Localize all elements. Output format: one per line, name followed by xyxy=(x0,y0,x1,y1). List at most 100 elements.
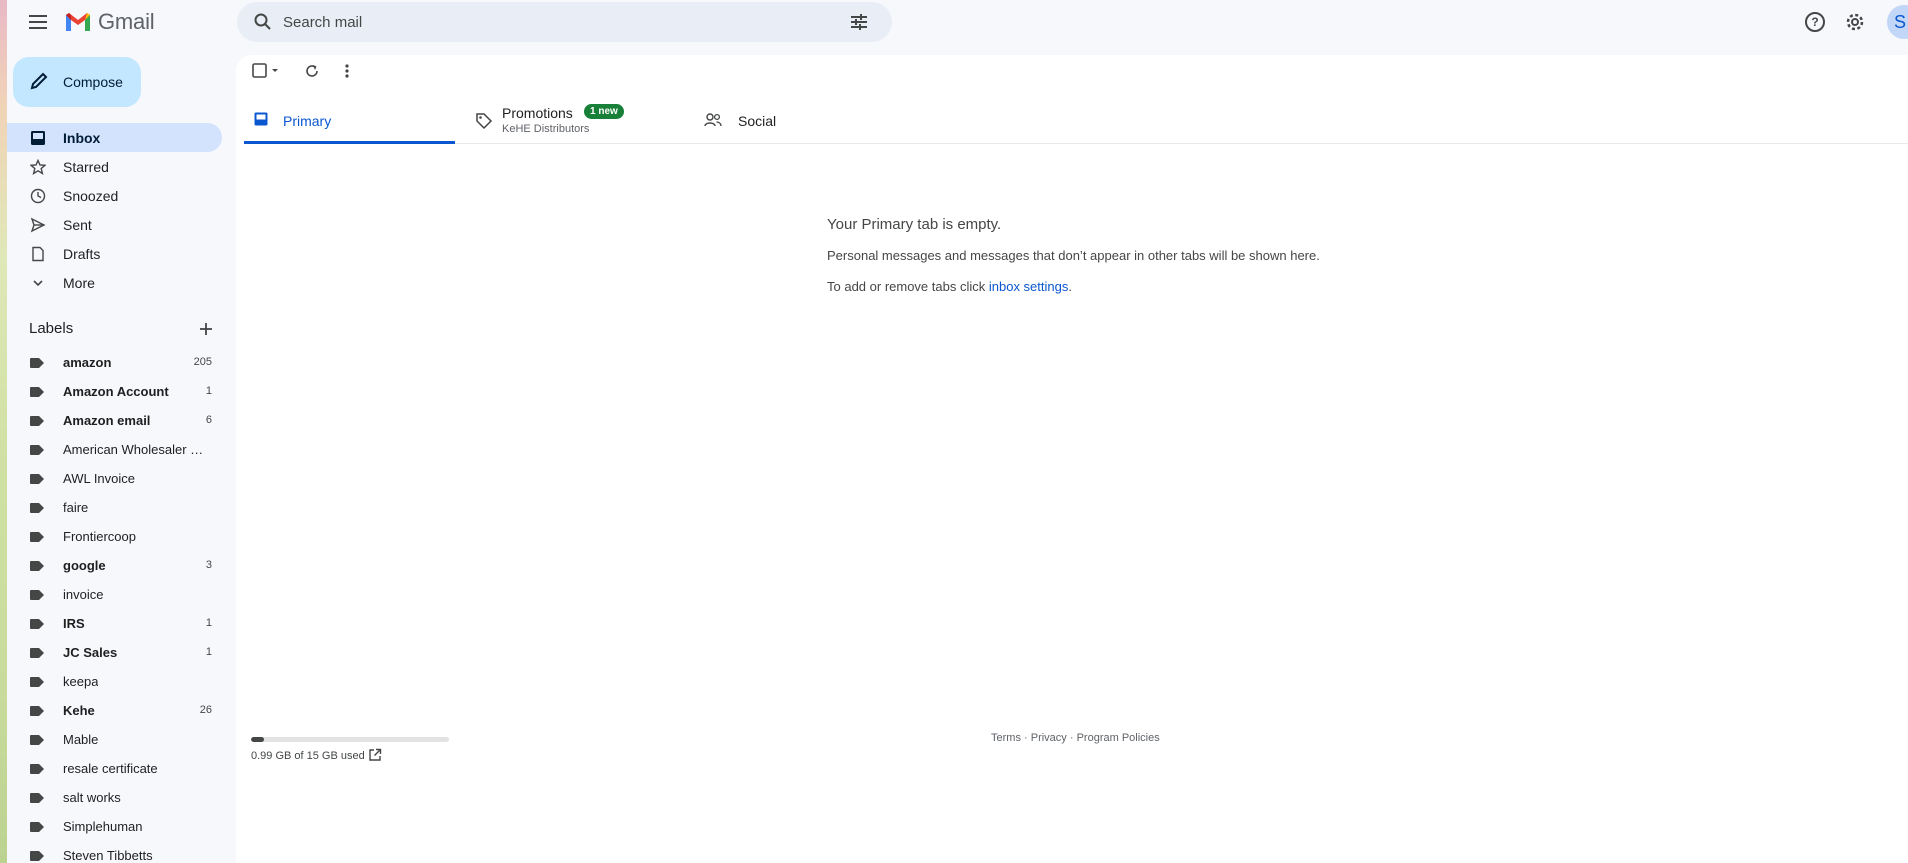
label-unread-count: 1 xyxy=(205,385,212,397)
label-tag-icon xyxy=(30,358,44,368)
label-tag-icon xyxy=(30,532,44,542)
label-name: Kehe xyxy=(63,703,95,718)
sidebar-item-label: Sent xyxy=(63,216,92,233)
terms-link[interactable]: Terms xyxy=(991,732,1021,744)
label-item[interactable]: Steven Tibbetts xyxy=(7,841,222,863)
settings-gear-icon[interactable] xyxy=(1842,9,1868,35)
label-item[interactable]: amazon 205 xyxy=(7,348,222,377)
add-label-button[interactable] xyxy=(197,320,215,338)
storage-progress-bar xyxy=(251,737,449,742)
svg-text:?: ? xyxy=(1811,15,1818,29)
tab-promotions[interactable]: Promotions 1 new KeHE Distributors xyxy=(475,95,675,144)
tag-icon xyxy=(475,112,493,130)
label-item[interactable]: Mable xyxy=(7,725,222,754)
label-item[interactable]: American Wholesaler S... xyxy=(7,435,222,464)
label-tag-icon xyxy=(30,387,44,397)
label-tag-icon xyxy=(30,822,44,832)
label-tag-icon xyxy=(30,474,44,484)
footer-links: Terms · Privacy · Program Policies xyxy=(991,732,1160,744)
label-item[interactable]: Amazon Account 1 xyxy=(7,377,222,406)
search-input[interactable] xyxy=(283,10,823,34)
sidebar-item-inbox[interactable]: Inbox xyxy=(7,123,222,152)
label-name: amazon xyxy=(63,355,112,370)
tab-label: Promotions xyxy=(502,105,573,121)
label-item[interactable]: AWL Invoice xyxy=(7,464,222,493)
sidebar-item-label: Drafts xyxy=(63,245,101,262)
search-options-icon[interactable] xyxy=(849,12,869,32)
help-icon[interactable]: ? xyxy=(1802,9,1828,35)
label-item[interactable]: invoice xyxy=(7,580,222,609)
account-avatar[interactable]: S xyxy=(1887,5,1908,39)
label-item[interactable]: google 3 xyxy=(7,551,222,580)
clock-icon xyxy=(29,187,47,205)
sidebar-item-label: Inbox xyxy=(63,129,101,146)
tab-social[interactable]: Social xyxy=(704,95,904,144)
label-name: Frontiercoop xyxy=(63,529,136,544)
label-name: keepa xyxy=(63,674,99,689)
label-tag-icon xyxy=(30,445,44,455)
label-item[interactable]: Frontiercoop xyxy=(7,522,222,551)
tab-primary[interactable]: Primary xyxy=(244,95,455,144)
hint-suffix: . xyxy=(1068,279,1072,294)
gmail-logo[interactable]: Gmail xyxy=(64,9,155,35)
program-policies-link[interactable]: Program Policies xyxy=(1077,732,1160,744)
empty-state-message: Personal messages and messages that don’… xyxy=(827,248,1320,263)
label-item[interactable]: JC Sales 1 xyxy=(7,638,222,667)
empty-state-title: Your Primary tab is empty. xyxy=(827,216,1002,233)
label-tag-icon xyxy=(30,793,44,803)
label-item[interactable]: Simplehuman xyxy=(7,812,222,841)
privacy-link[interactable]: Privacy xyxy=(1031,732,1067,744)
sidebar-nav: Inbox Starred Snoozed Sent Drafts More xyxy=(7,123,222,297)
label-name: salt works xyxy=(63,790,121,805)
label-tag-icon xyxy=(30,590,44,600)
labels-heading: Labels xyxy=(29,320,74,337)
open-storage-icon[interactable] xyxy=(368,748,382,762)
star-icon xyxy=(29,158,47,176)
refresh-icon[interactable] xyxy=(304,63,320,79)
label-tag-icon xyxy=(30,706,44,716)
tab-label: Social xyxy=(738,113,777,129)
label-name: Steven Tibbetts xyxy=(63,848,153,863)
sidebar-item-more[interactable]: More xyxy=(7,268,222,297)
main-panel: Primary Promotions 1 new KeHE Distributo… xyxy=(236,55,1908,863)
label-name: American Wholesaler S... xyxy=(63,442,208,457)
label-item[interactable]: Amazon email 6 xyxy=(7,406,222,435)
sidebar-item-sent[interactable]: Sent xyxy=(7,210,222,239)
select-all-checkbox[interactable] xyxy=(252,63,282,79)
gmail-m-icon xyxy=(66,13,90,31)
label-item[interactable]: salt works xyxy=(7,783,222,812)
label-tag-icon xyxy=(30,648,44,658)
label-item[interactable]: IRS 1 xyxy=(7,609,222,638)
label-name: Amazon email xyxy=(63,413,151,428)
label-item[interactable]: faire xyxy=(7,493,222,522)
app-name: Gmail xyxy=(98,9,155,34)
sidebar-item-snoozed[interactable]: Snoozed xyxy=(7,181,222,210)
storage-usage-text: 0.99 GB of 15 GB used xyxy=(251,750,365,762)
sidebar-item-starred[interactable]: Starred xyxy=(7,152,222,181)
label-list: amazon 205 Amazon Account 1 Amazon email 6 Ame… xyxy=(7,348,222,863)
category-tabs: Primary Promotions 1 new KeHE Distributo… xyxy=(244,95,1908,144)
search-icon[interactable] xyxy=(253,12,273,32)
more-options-icon[interactable] xyxy=(344,63,350,79)
hamburger-icon xyxy=(29,15,47,29)
sidebar-item-drafts[interactable]: Drafts xyxy=(7,239,222,268)
label-name: JC Sales xyxy=(63,645,118,660)
desktop-edge-strip xyxy=(0,0,7,863)
footer-separator: · xyxy=(1066,732,1077,744)
label-item[interactable]: resale certificate xyxy=(7,754,222,783)
hint-prefix: To add or remove tabs click xyxy=(827,279,989,294)
label-item[interactable]: keepa xyxy=(7,667,222,696)
label-name: IRS xyxy=(63,616,85,631)
label-unread-count: 26 xyxy=(199,704,212,716)
label-tag-icon xyxy=(30,677,44,687)
pencil-icon xyxy=(29,71,49,91)
sidebar-item-label: Starred xyxy=(63,158,109,175)
label-item[interactable]: Kehe 26 xyxy=(7,696,222,725)
compose-button[interactable]: Compose xyxy=(13,57,141,107)
inbox-settings-link[interactable]: inbox settings xyxy=(989,279,1069,294)
chevron-down-icon xyxy=(29,274,47,292)
label-name: resale certificate xyxy=(63,761,158,776)
label-tag-icon xyxy=(30,561,44,571)
main-menu-button[interactable] xyxy=(27,10,51,34)
label-tag-icon xyxy=(30,619,44,629)
